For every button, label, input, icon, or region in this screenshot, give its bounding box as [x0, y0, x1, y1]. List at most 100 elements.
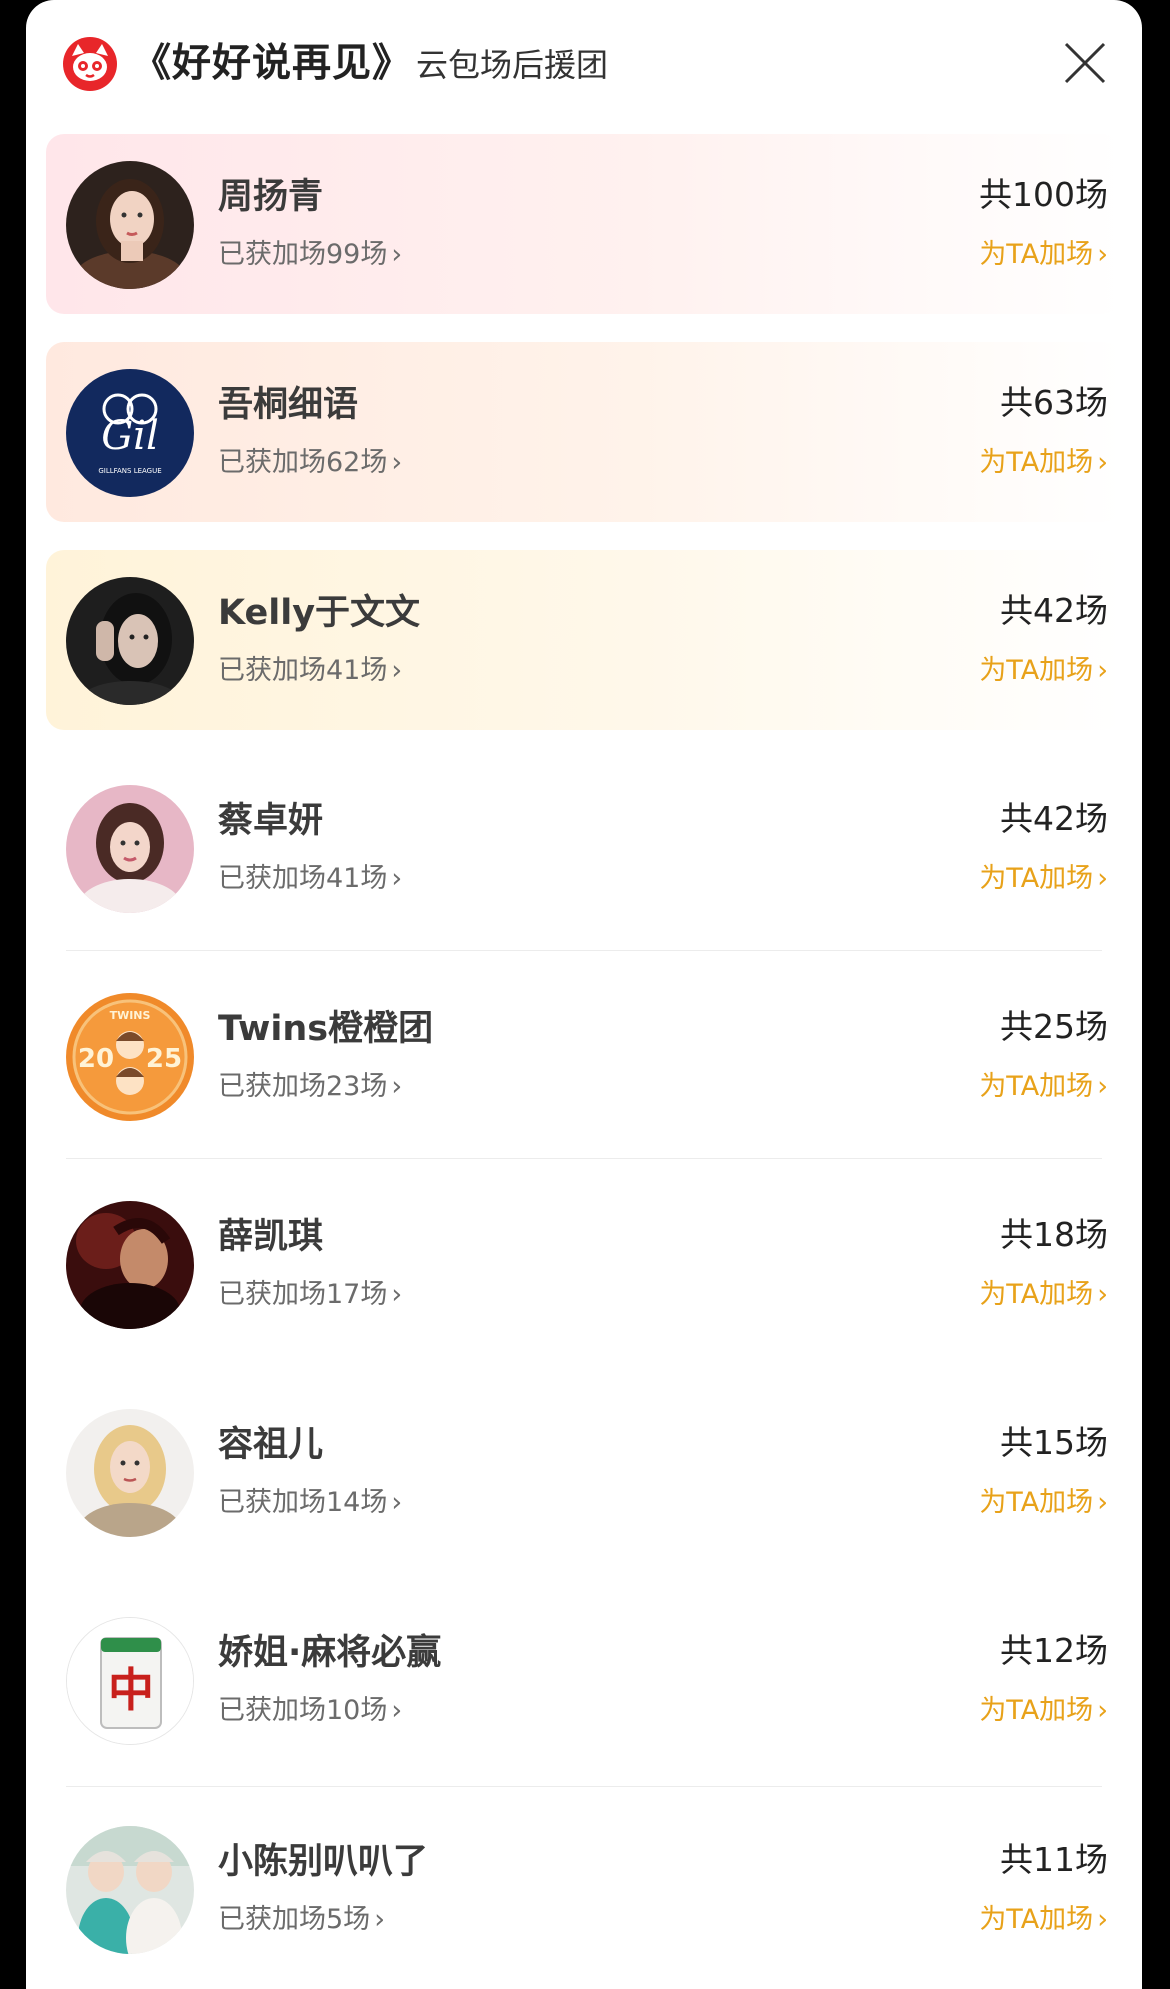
chevron-right-icon: › — [1097, 1695, 1108, 1726]
chevron-right-icon: › — [391, 1487, 403, 1518]
gained-sessions-link[interactable]: 已获加场10场 › — [218, 1688, 402, 1727]
chevron-right-icon: › — [1097, 1279, 1108, 1310]
total-sessions: 共42场 — [1000, 799, 1108, 838]
list-item[interactable]: Gil GILLFANS LEAGUE 吾桐细语 已获加场62场 › 共63场 为… — [46, 342, 1122, 522]
add-session-label: 为TA加场 — [979, 1279, 1094, 1310]
list-item[interactable]: 蔡卓妍 已获加场41场 › 共42场 为TA加场 › — [46, 758, 1122, 938]
gained-text: 已获加场99场 — [218, 239, 388, 270]
add-session-button[interactable]: 为TA加场 › — [979, 1064, 1108, 1103]
avatar-badge-text: TWINS — [110, 1009, 151, 1022]
total-sessions: 共12场 — [1000, 1631, 1108, 1670]
list-item[interactable]: 小陈别叭叭了 已获加场5场 › 共11场 为TA加场 › — [46, 1799, 1122, 1979]
total-sessions: 共11场 — [1000, 1840, 1108, 1879]
avatar: TWINS 20 25 — [66, 993, 194, 1121]
supporter-sheet: 《好好说再见》 云包场后援团 周扬青 已获加场99场 › 共100场 为TA加场… — [26, 0, 1142, 1989]
add-session-button[interactable]: 为TA加场 › — [979, 856, 1108, 895]
list-item[interactable]: 周扬青 已获加场99场 › 共100场 为TA加场 › — [46, 134, 1122, 314]
chevron-right-icon: › — [391, 1695, 403, 1726]
avatar-year-left: 20 — [78, 1044, 114, 1074]
add-session-button[interactable]: 为TA加场 › — [979, 1480, 1108, 1519]
gained-text: 已获加场17场 — [218, 1279, 388, 1310]
chevron-right-icon: › — [1097, 1071, 1108, 1102]
sheet-header: 《好好说再见》 云包场后援团 — [26, 0, 1142, 126]
gained-text: 已获加场5场 — [218, 1904, 371, 1935]
divider — [66, 1158, 1102, 1159]
total-sessions: 共15场 — [1000, 1423, 1108, 1462]
chevron-right-icon: › — [1097, 1487, 1108, 1518]
list-item[interactable]: Kelly于文文 已获加场41场 › 共42场 为TA加场 › — [46, 550, 1122, 730]
avatar — [66, 577, 194, 705]
title-subtitle: 云包场后援团 — [416, 46, 609, 84]
total-sessions: 共25场 — [1000, 1007, 1108, 1046]
total-sessions: 共42场 — [1000, 591, 1108, 630]
chevron-right-icon: › — [391, 447, 403, 478]
total-sessions: 共63场 — [1000, 383, 1108, 422]
add-session-label: 为TA加场 — [979, 863, 1094, 894]
list-item[interactable]: 薛凯琪 已获加场17场 › 共18场 为TA加场 › — [46, 1174, 1122, 1354]
gained-text: 已获加场41场 — [218, 863, 388, 894]
chevron-right-icon: › — [391, 1279, 403, 1310]
divider — [66, 1786, 1102, 1787]
movie-title: 《好好说再见》 — [132, 41, 413, 86]
gained-sessions-link[interactable]: 已获加场17场 › — [218, 1272, 402, 1311]
chevron-right-icon: › — [391, 863, 403, 894]
mahjong-tile-text: 中 — [108, 1663, 154, 1717]
avatar: Gil GILLFANS LEAGUE — [66, 369, 194, 497]
gained-sessions-link[interactable]: 已获加场23场 › — [218, 1064, 402, 1103]
supporter-name: 吾桐细语 — [218, 385, 359, 425]
gained-text: 已获加场41场 — [218, 655, 388, 686]
list-item[interactable]: 容祖儿 已获加场14场 › 共15场 为TA加场 › — [46, 1382, 1122, 1562]
chevron-right-icon: › — [374, 1904, 385, 1935]
avatar-caption: GILLFANS LEAGUE — [98, 467, 161, 475]
gained-sessions-link[interactable]: 已获加场62场 › — [218, 440, 402, 479]
chevron-right-icon: › — [1097, 655, 1108, 686]
cat-logo-icon — [62, 36, 118, 92]
supporter-name: 周扬青 — [218, 177, 324, 217]
chevron-right-icon: › — [1097, 239, 1108, 270]
avatar-logo-text: Gil — [101, 413, 159, 459]
chevron-right-icon: › — [1097, 863, 1108, 894]
add-session-label: 为TA加场 — [979, 1904, 1094, 1935]
close-button[interactable] — [1058, 36, 1112, 90]
add-session-button[interactable]: 为TA加场 › — [979, 1272, 1108, 1311]
gained-sessions-link[interactable]: 已获加场41场 › — [218, 856, 402, 895]
supporter-name: 小陈别叭叭了 — [218, 1842, 429, 1882]
add-session-label: 为TA加场 — [979, 1695, 1094, 1726]
avatar — [66, 161, 194, 289]
avatar — [66, 1826, 194, 1954]
add-session-button[interactable]: 为TA加场 › — [979, 1688, 1108, 1727]
supporter-name: Kelly于文文 — [218, 593, 421, 633]
add-session-button[interactable]: 为TA加场 › — [979, 440, 1108, 479]
add-session-label: 为TA加场 — [979, 655, 1094, 686]
total-sessions: 共100场 — [979, 175, 1108, 214]
chevron-right-icon: › — [1097, 1904, 1108, 1935]
divider — [66, 950, 1102, 951]
gained-sessions-link[interactable]: 已获加场41场 › — [218, 648, 402, 687]
supporter-name: 容祖儿 — [218, 1425, 324, 1465]
add-session-label: 为TA加场 — [979, 447, 1094, 478]
list-item[interactable]: TWINS 20 25 Twins橙橙团 已获加场23场 › 共25场 为TA加场… — [46, 966, 1122, 1146]
gained-sessions-link[interactable]: 已获加场99场 › — [218, 232, 402, 271]
supporter-name: 蔡卓妍 — [218, 801, 324, 841]
avatar — [66, 1201, 194, 1329]
page-title: 《好好说再见》 云包场后援团 — [132, 36, 608, 92]
avatar-year-right: 25 — [146, 1044, 182, 1074]
add-session-button[interactable]: 为TA加场 › — [979, 1897, 1108, 1936]
chevron-right-icon: › — [391, 239, 403, 270]
add-session-label: 为TA加场 — [979, 1487, 1094, 1518]
total-sessions: 共18场 — [1000, 1215, 1108, 1254]
gained-sessions-link[interactable]: 已获加场14场 › — [218, 1480, 402, 1519]
chevron-right-icon: › — [391, 655, 403, 686]
avatar — [66, 1409, 194, 1537]
gained-text: 已获加场62场 — [218, 447, 388, 478]
gained-sessions-link[interactable]: 已获加场5场 › — [218, 1897, 385, 1936]
add-session-button[interactable]: 为TA加场 › — [979, 232, 1108, 271]
list-item[interactable]: 中 娇姐·麻将必赢 已获加场10场 › 共12场 为TA加场 › — [46, 1590, 1122, 1770]
gained-text: 已获加场10场 — [218, 1695, 388, 1726]
close-icon — [1064, 42, 1106, 84]
chevron-right-icon: › — [1097, 447, 1108, 478]
supporter-name: Twins橙橙团 — [218, 1009, 434, 1049]
add-session-label: 为TA加场 — [979, 1071, 1094, 1102]
add-session-button[interactable]: 为TA加场 › — [979, 648, 1108, 687]
supporter-name: 娇姐·麻将必赢 — [218, 1633, 442, 1673]
